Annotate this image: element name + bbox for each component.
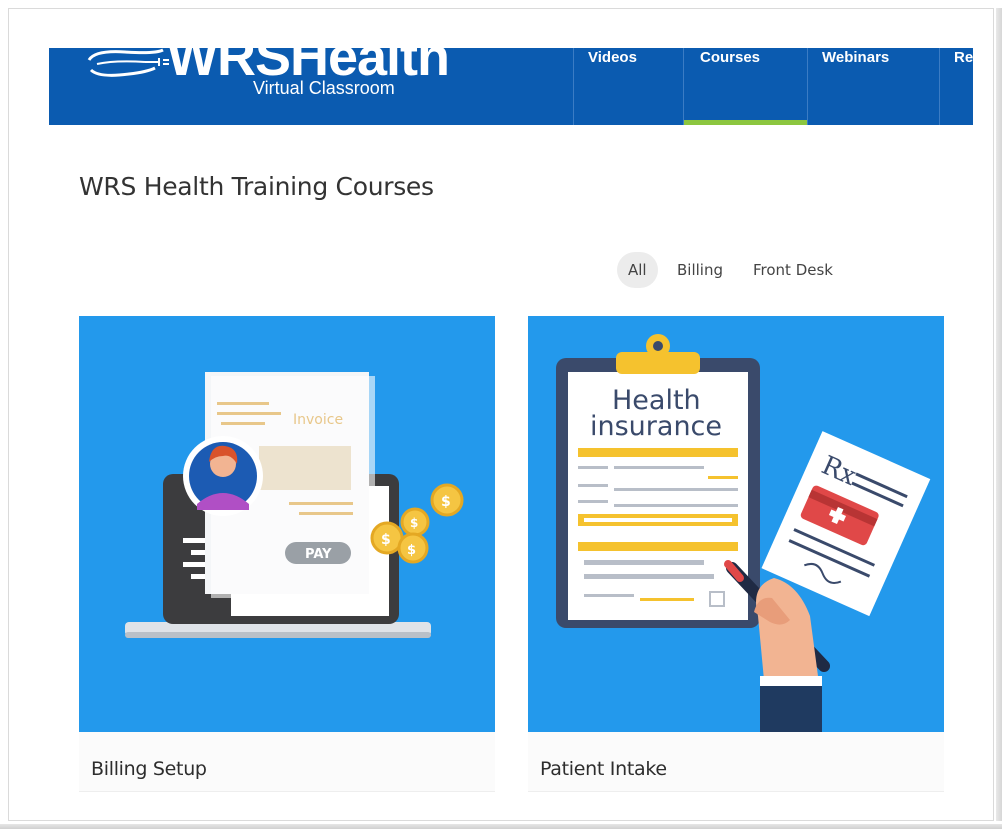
course-title[interactable]: Patient Intake xyxy=(540,758,667,780)
nav-item-videos[interactable]: Videos xyxy=(573,48,683,125)
pay-button-label: PAY xyxy=(305,547,332,562)
filter-front-desk[interactable]: Front Desk xyxy=(753,252,833,288)
coin-symbol: $ xyxy=(441,494,451,510)
active-nav-indicator xyxy=(684,120,807,125)
page-title: WRS Health Training Courses xyxy=(79,172,434,201)
nav-item-label: Courses xyxy=(700,49,761,66)
screenshot-frame: WRSHealth Virtual Classroom Videos Cours… xyxy=(0,0,1002,829)
health-insurance-clipboard-icon: Health insurance Rx xyxy=(556,334,931,732)
nav-item-truncated[interactable]: Re xyxy=(939,48,973,125)
nav-item-label: Videos xyxy=(588,49,637,66)
frame-shadow xyxy=(0,824,1002,829)
nav-item-webinars[interactable]: Webinars xyxy=(807,48,939,125)
coin-symbol: $ xyxy=(381,532,391,548)
course-card-patient-intake[interactable]: Health insurance Rx Patient Intake xyxy=(528,316,944,792)
clipboard-title-line2: insurance xyxy=(590,411,722,442)
coin-symbol: $ xyxy=(407,543,416,558)
coin-symbol: $ xyxy=(410,516,418,530)
site-header: WRSHealth Virtual Classroom Videos Cours… xyxy=(49,48,973,125)
course-card-footer: Patient Intake xyxy=(528,732,944,792)
nav-item-label: Re xyxy=(954,49,973,66)
filter-all[interactable]: All xyxy=(617,252,658,288)
invoice-label: Invoice xyxy=(293,412,343,428)
course-card-footer: Billing Setup xyxy=(79,732,495,792)
nav-item-label: Webinars xyxy=(822,49,890,66)
logo[interactable]: WRSHealth Virtual Classroom xyxy=(49,48,569,125)
logo-swoosh-icon xyxy=(87,48,169,77)
course-card-billing-setup[interactable]: Invoice PAY $ $ $ $ Billing Setup xyxy=(79,316,495,792)
frame-shadow xyxy=(996,8,1002,821)
course-thumbnail: Invoice PAY $ $ $ $ xyxy=(79,316,495,732)
logo-subtitle: Virtual Classroom xyxy=(253,78,395,98)
nav-item-courses[interactable]: Courses xyxy=(683,48,807,125)
invoice-laptop-icon: Invoice PAY $ $ $ $ xyxy=(125,372,464,638)
course-thumbnail: Health insurance Rx xyxy=(528,316,944,732)
course-title[interactable]: Billing Setup xyxy=(91,758,207,780)
filter-billing[interactable]: Billing xyxy=(677,252,723,288)
